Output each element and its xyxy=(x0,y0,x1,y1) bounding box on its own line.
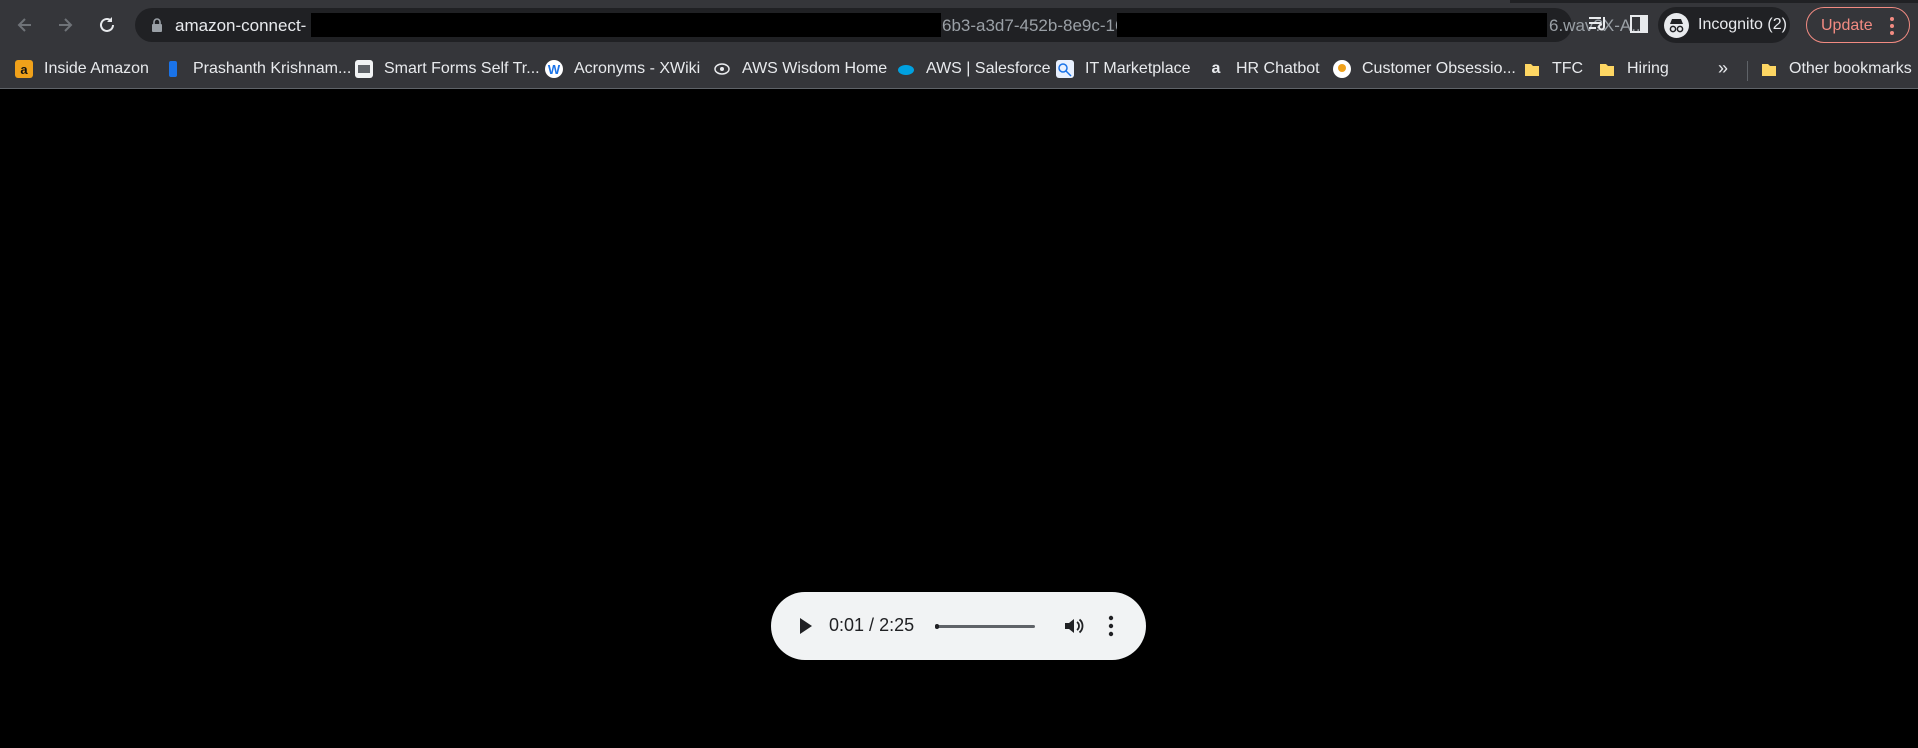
bookmark-label: Customer Obsessio... xyxy=(1362,60,1516,77)
play-icon[interactable] xyxy=(795,616,815,636)
form-icon xyxy=(355,60,373,78)
lock-icon[interactable] xyxy=(149,17,165,33)
incognito-label: Incognito (2) xyxy=(1698,16,1787,33)
bookmark-label: Hiring xyxy=(1627,60,1669,77)
bookmark-tfc[interactable]: TFC xyxy=(1523,55,1583,83)
bookmark-label: Smart Forms Self Tr... xyxy=(384,60,540,77)
seek-bar-fill xyxy=(935,624,939,629)
bookmark-label: Other bookmarks xyxy=(1789,60,1912,77)
bookmark-label: AWS Wisdom Home xyxy=(742,60,888,77)
reload-button[interactable] xyxy=(91,9,123,41)
update-button[interactable]: Update xyxy=(1806,7,1910,43)
folder-icon xyxy=(1523,60,1541,78)
bookmark-acronyms[interactable]: W Acronyms - XWiki xyxy=(545,55,700,83)
back-arrow-icon xyxy=(17,18,31,32)
bookmark-hr-chatbot[interactable]: a HR Chatbot xyxy=(1207,55,1320,83)
bookmark-prashanth[interactable]: Prashanth Krishnam... xyxy=(164,55,351,83)
bookmark-label: IT Marketplace xyxy=(1085,60,1191,77)
salesforce-cloud-icon xyxy=(897,60,915,78)
url-prefix: amazon-connect- xyxy=(175,16,307,35)
reading-list-icon[interactable] xyxy=(1586,12,1610,36)
redacted-url-block xyxy=(311,13,941,37)
marketplace-icon xyxy=(1056,60,1074,78)
browser-toolbar: amazon-connect- 6b3-a3d7-452b-8e9c-16d63… xyxy=(0,0,1918,50)
bookmark-aws-salesforce[interactable]: AWS | Salesforce xyxy=(897,55,1051,83)
wisdom-icon xyxy=(713,60,731,78)
amazon-a-icon: a xyxy=(1211,60,1221,77)
time-display: 0:01 / 2:25 xyxy=(829,615,914,636)
bookmark-smart-forms[interactable]: Smart Forms Self Tr... xyxy=(355,55,540,83)
amazon-icon: a xyxy=(15,60,33,78)
folder-icon xyxy=(1760,60,1778,78)
more-options-icon[interactable] xyxy=(1108,615,1114,637)
bookmark-customer-obsession[interactable]: Customer Obsessio... xyxy=(1333,55,1516,83)
volume-icon[interactable] xyxy=(1062,615,1084,637)
xwiki-icon: W xyxy=(545,60,563,78)
bookmark-label: Prashanth Krishnam... xyxy=(193,60,352,77)
update-label: Update xyxy=(1821,17,1873,34)
seek-bar[interactable] xyxy=(935,624,1035,629)
address-bar[interactable]: amazon-connect- 6b3-a3d7-452b-8e9c-16d63… xyxy=(135,8,1693,42)
side-panel-icon[interactable] xyxy=(1627,12,1651,36)
bookmark-label: TFC xyxy=(1552,60,1584,77)
bookmark-label: Inside Amazon xyxy=(44,60,149,77)
bookmark-aws-wisdom[interactable]: AWS Wisdom Home xyxy=(713,55,887,83)
bookmark-inside-amazon[interactable]: a Inside Amazon xyxy=(15,55,149,83)
bookmark-label: AWS | Salesforce xyxy=(926,60,1051,77)
bookmarks-bar: a Inside Amazon Prashanth Krishnam... Sm… xyxy=(0,50,1918,89)
phone-icon xyxy=(164,60,182,78)
forward-button[interactable] xyxy=(49,9,81,41)
duration: 2:25 xyxy=(879,615,915,635)
active-tab-edge xyxy=(0,0,1510,3)
bookmark-hiring[interactable]: Hiring xyxy=(1598,55,1669,83)
tab-strip xyxy=(0,0,1918,3)
folder-icon xyxy=(1598,60,1616,78)
bookmarks-overflow-button[interactable]: » xyxy=(1718,58,1728,79)
incognito-indicator[interactable]: Incognito (2) xyxy=(1658,7,1790,43)
menu-kebab-icon xyxy=(1890,17,1894,35)
incognito-icon xyxy=(1664,13,1689,38)
back-button[interactable] xyxy=(9,9,41,41)
bookmarks-divider xyxy=(1747,61,1748,81)
audio-player[interactable]: 0:01 / 2:25 xyxy=(771,592,1146,660)
current-time: 0:01 xyxy=(829,615,865,635)
bookmark-other-bookmarks[interactable]: Other bookmarks xyxy=(1760,55,1912,83)
bookmark-label: HR Chatbot xyxy=(1236,60,1320,77)
customer-icon xyxy=(1333,60,1351,78)
redacted-url-block-2 xyxy=(1117,13,1547,37)
bookmark-label: Acronyms - XWiki xyxy=(574,60,701,77)
bookmark-it-marketplace[interactable]: IT Marketplace xyxy=(1056,55,1191,83)
reload-icon xyxy=(100,17,114,32)
forward-arrow-icon xyxy=(59,18,73,32)
time-separator: / xyxy=(864,615,880,635)
